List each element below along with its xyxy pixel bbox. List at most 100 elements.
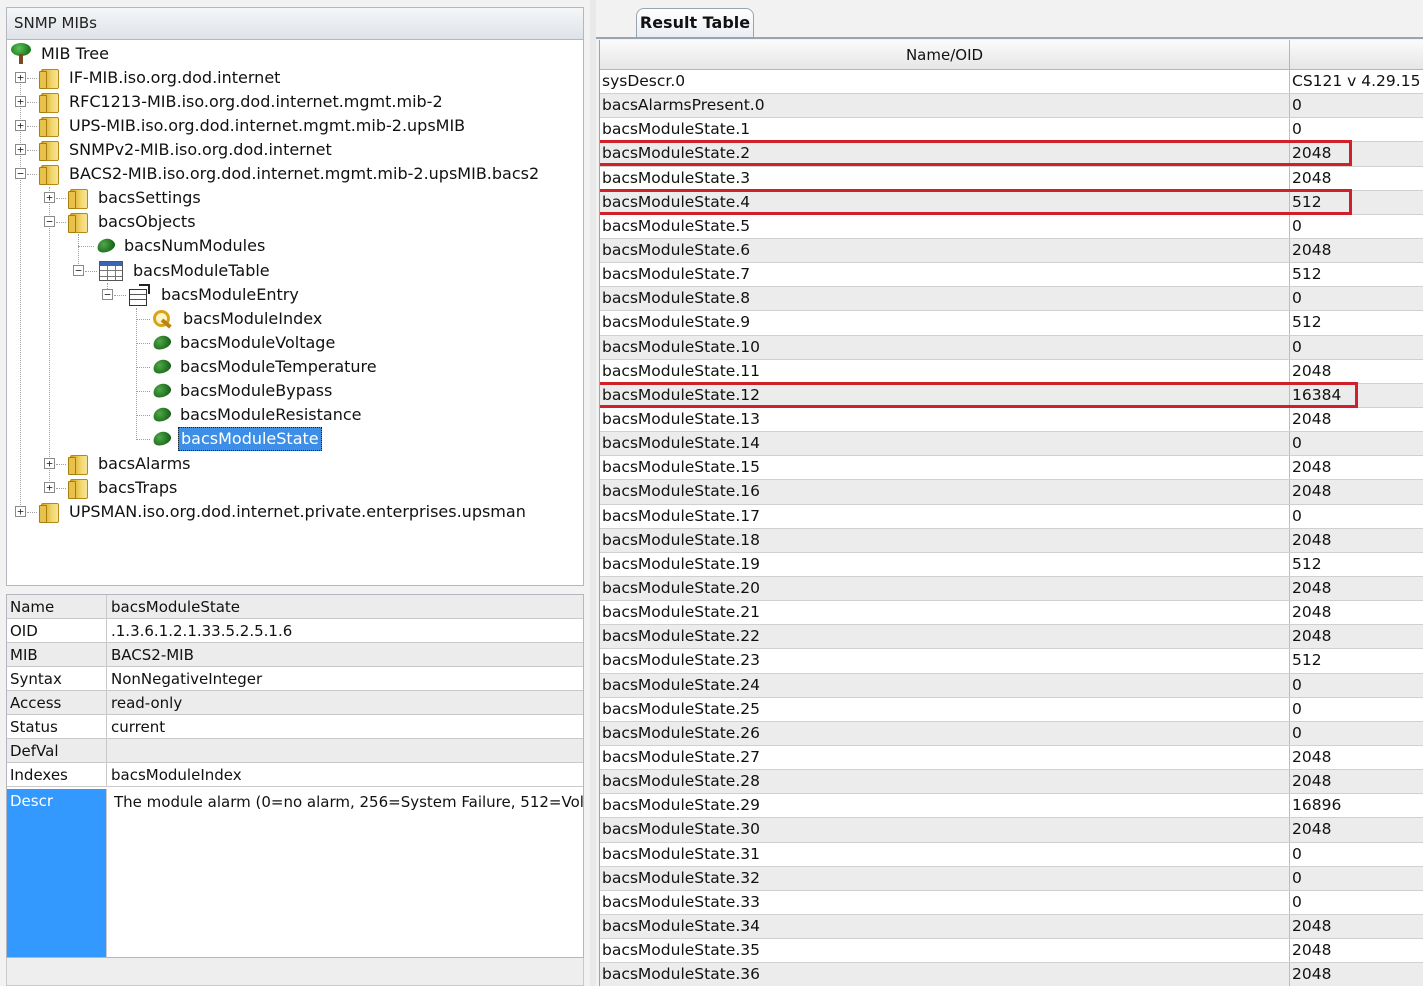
table-row[interactable]: bacsModuleState.8 0 [600, 287, 1423, 312]
tree-connector [78, 246, 94, 247]
tab-result-table[interactable]: Result Table [636, 8, 754, 38]
table-row[interactable]: bacsModuleState.7 512 [600, 263, 1423, 288]
expand-toggle[interactable]: + [44, 482, 55, 493]
collapse-toggle[interactable]: − [102, 289, 113, 300]
tree-node-bacs-module-resistance[interactable]: bacsModuleResistance [151, 403, 364, 427]
tree-node-bacs-num-modules[interactable]: bacsNumModules [95, 234, 267, 258]
column-header-value[interactable] [1291, 40, 1423, 70]
table-row[interactable]: bacsModuleState.17 0 [600, 504, 1423, 529]
table-row[interactable]: bacsModuleState.1 0 [600, 118, 1423, 143]
table-row[interactable]: bacsModuleState.19 512 [600, 552, 1423, 577]
table-row[interactable]: bacsModuleState.22 2048 [600, 625, 1423, 650]
cell-value: 2048 [1292, 578, 1332, 597]
expand-toggle[interactable]: + [15, 506, 26, 517]
expand-toggle[interactable]: + [15, 144, 26, 155]
prop-row-status[interactable]: Status current [7, 715, 583, 739]
table-row[interactable]: bacsModuleState.18 2048 [600, 528, 1423, 553]
prop-row-descr[interactable]: Descr The module alarm (0=no alarm, 256=… [7, 789, 583, 957]
tree-node-bacs-module-voltage[interactable]: bacsModuleVoltage [151, 331, 337, 355]
table-row[interactable]: bacsModuleState.31 0 [600, 842, 1423, 867]
tree-node-bacs-module-temperature[interactable]: bacsModuleTemperature [151, 355, 379, 379]
tree-node-bacs2-mib[interactable]: BACS2-MIB.iso.org.dod.internet.mgmt.mib-… [39, 162, 541, 186]
table-row[interactable]: bacsModuleState.25 0 [600, 697, 1423, 722]
table-row[interactable]: bacsModuleState.2 2048 [600, 140, 1423, 167]
table-row[interactable]: bacsModuleState.14 0 [600, 432, 1423, 457]
expand-toggle[interactable]: + [44, 458, 55, 469]
prop-row-mib[interactable]: MIB BACS2-MIB [7, 643, 583, 667]
table-row[interactable]: bacsModuleState.35 2048 [600, 939, 1423, 964]
prop-row-access[interactable]: Access read-only [7, 691, 583, 715]
table-row[interactable]: bacsModuleState.11 2048 [600, 359, 1423, 384]
expand-toggle[interactable]: + [15, 72, 26, 83]
tree-node-upsman[interactable]: UPSMAN.iso.org.dod.internet.private.ente… [39, 500, 528, 524]
cell-value: 2048 [1292, 240, 1332, 259]
table-row[interactable]: bacsModuleState.29 16896 [600, 794, 1423, 819]
cell-name-oid: bacsModuleState.32 [600, 866, 1290, 890]
tree-node-bacs-module-state[interactable]: bacsModuleState [151, 427, 322, 451]
tree-node-bacs-module-bypass[interactable]: bacsModuleBypass [151, 379, 334, 403]
collapse-toggle[interactable]: − [15, 168, 26, 179]
cell-value: 0 [1292, 337, 1302, 356]
folder-icon [39, 164, 61, 185]
tree-node-bacs-module-table[interactable]: bacsModuleTable [99, 259, 272, 283]
table-row[interactable]: bacsModuleState.26 0 [600, 721, 1423, 746]
table-row[interactable]: bacsModuleState.36 2048 [600, 963, 1423, 986]
cell-name-oid: bacsModuleState.29 [600, 794, 1290, 818]
table-row[interactable]: bacsModuleState.16 2048 [600, 480, 1423, 505]
table-row[interactable]: bacsModuleState.27 2048 [600, 745, 1423, 771]
prop-row-indexes[interactable]: Indexes bacsModuleIndex [7, 763, 583, 787]
tree-node-bacs-module-entry[interactable]: bacsModuleEntry [127, 283, 301, 307]
tree-node-rfc1213-mib[interactable]: RFC1213-MIB.iso.org.dod.internet.mgmt.mi… [39, 90, 445, 114]
prop-row-syntax[interactable]: Syntax NonNegativeInteger [7, 667, 583, 691]
cell-name-oid: bacsModuleState.34 [600, 914, 1290, 939]
cell-name-oid: bacsModuleState.9 [600, 311, 1290, 335]
table-row[interactable]: bacsModuleState.13 2048 [600, 407, 1423, 433]
tree-node-if-mib[interactable]: IF-MIB.iso.org.dod.internet [39, 66, 282, 90]
table-row[interactable]: bacsModuleState.12 16384 [600, 381, 1423, 408]
prop-key: Name [7, 595, 107, 618]
tree-node-bacs-traps[interactable]: bacsTraps [68, 476, 179, 500]
collapse-toggle[interactable]: − [44, 216, 55, 227]
leaf-icon [151, 334, 173, 352]
table-row[interactable]: bacsModuleState.15 2048 [600, 456, 1423, 481]
table-row[interactable]: bacsModuleState.10 0 [600, 335, 1423, 360]
tree-node-bacs-alarms[interactable]: bacsAlarms [68, 452, 193, 476]
table-row[interactable]: bacsModuleState.21 2048 [600, 601, 1423, 626]
table-row[interactable]: bacsModuleState.20 2048 [600, 576, 1423, 602]
prop-row-oid[interactable]: OID .1.3.6.1.2.1.33.5.2.5.1.6 [7, 619, 583, 643]
tree-node-snmpv2-mib[interactable]: SNMPv2-MIB.iso.org.dod.internet [39, 138, 334, 162]
tree-node-bacs-module-index[interactable]: bacsModuleIndex [151, 307, 324, 331]
expand-toggle[interactable]: + [15, 120, 26, 131]
table-row[interactable]: sysDescr.0 CS121 v 4.29.15 [600, 70, 1423, 95]
cell-value: 2048 [1292, 458, 1332, 477]
tree-node-bacs-settings[interactable]: bacsSettings [68, 186, 203, 210]
table-row[interactable]: bacsModuleState.30 2048 [600, 818, 1423, 843]
status-strip [6, 958, 584, 986]
collapse-toggle[interactable]: − [73, 265, 84, 276]
table-row[interactable]: bacsModuleState.23 512 [600, 649, 1423, 674]
tree-node-bacs-objects[interactable]: bacsObjects [68, 210, 198, 234]
table-row[interactable]: bacsModuleState.6 2048 [600, 238, 1423, 264]
prop-row-defval[interactable]: DefVal [7, 739, 583, 763]
table-row[interactable]: bacsModuleState.28 2048 [600, 770, 1423, 795]
prop-row-name[interactable]: Name bacsModuleState [7, 595, 583, 619]
tree-node-ups-mib[interactable]: UPS-MIB.iso.org.dod.internet.mgmt.mib-2.… [39, 114, 467, 138]
expand-toggle[interactable]: + [44, 192, 55, 203]
table-row[interactable]: bacsModuleState.3 2048 [600, 166, 1423, 191]
column-header-name-oid[interactable]: Name/OID [600, 40, 1290, 70]
table-row[interactable]: bacsModuleState.4 512 [600, 188, 1423, 215]
tree-root[interactable]: MIB Tree [9, 42, 111, 66]
leaf-icon [151, 406, 173, 424]
table-row[interactable]: bacsModuleState.32 0 [600, 866, 1423, 891]
mib-tree[interactable]: MIB Tree + IF-MIB.iso.org.dod.internet +… [6, 40, 584, 586]
expand-toggle[interactable]: + [15, 96, 26, 107]
table-row[interactable]: bacsModuleState.33 0 [600, 890, 1423, 915]
cell-name-oid: sysDescr.0 [600, 70, 1290, 94]
tree-connector [85, 271, 97, 272]
table-row[interactable]: bacsAlarmsPresent.0 0 [600, 94, 1423, 119]
table-row[interactable]: bacsModuleState.34 2048 [600, 914, 1423, 940]
table-row[interactable]: bacsModuleState.24 0 [600, 673, 1423, 698]
cell-name-oid: bacsModuleState.33 [600, 890, 1290, 914]
table-row[interactable]: bacsModuleState.9 512 [600, 311, 1423, 336]
table-row[interactable]: bacsModuleState.5 0 [600, 214, 1423, 239]
